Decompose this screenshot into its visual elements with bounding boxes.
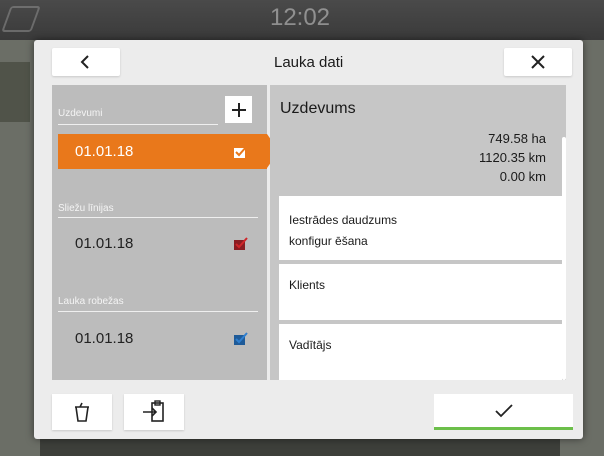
driver-card[interactable]: Vadītājs bbox=[279, 324, 562, 380]
checkbox-icon[interactable] bbox=[233, 144, 249, 160]
section-label-boundaries: Lauka robežas bbox=[58, 296, 124, 307]
stat-distance-2: 0.00 km bbox=[499, 169, 546, 184]
export-button[interactable] bbox=[124, 394, 184, 430]
back-button[interactable] bbox=[52, 48, 120, 76]
trash-icon bbox=[75, 402, 89, 422]
close-button[interactable] bbox=[504, 48, 572, 76]
dialog-title: Lauka dati bbox=[274, 54, 344, 71]
list-item-date: 01.01.18 bbox=[75, 330, 134, 347]
list-item-date: 01.01.18 bbox=[75, 235, 134, 252]
task-statistics: 749.58 ha 1120.35 km 0.00 km bbox=[406, 129, 546, 186]
stat-distance: 1120.35 km bbox=[479, 150, 546, 165]
checkbox-icon[interactable] bbox=[233, 331, 249, 347]
card-label-2: konfigur ēšana bbox=[289, 234, 368, 248]
confirm-button[interactable] bbox=[434, 394, 573, 430]
detail-scrollbar[interactable] bbox=[562, 137, 566, 380]
section-divider bbox=[58, 124, 218, 125]
list-item-task[interactable]: 01.01.18 bbox=[58, 134, 279, 169]
plus-icon bbox=[231, 102, 246, 117]
section-divider bbox=[58, 217, 258, 218]
section-divider bbox=[58, 311, 258, 312]
terminal-bottom-bar bbox=[40, 436, 560, 456]
list-item-track[interactable]: 01.01.18 bbox=[58, 226, 267, 261]
field-data-dialog: Lauka dati Uzdevumi 01.01.18 Sliežu līni… bbox=[34, 40, 583, 439]
checkbox-icon[interactable] bbox=[233, 236, 249, 252]
status-clock: 12:02 bbox=[269, 4, 331, 31]
section-label-tracks: Sliežu līnijas bbox=[58, 203, 114, 214]
export-icon bbox=[143, 400, 164, 422]
list-item-boundary[interactable]: 01.01.18 bbox=[58, 321, 267, 356]
section-label-tasks: Uzdevumi bbox=[58, 108, 103, 119]
delete-button[interactable] bbox=[52, 394, 112, 430]
card-label: Iestrādes daudzums bbox=[289, 213, 398, 227]
card-label: Klients bbox=[289, 278, 326, 292]
terminal-side-tab bbox=[0, 62, 30, 122]
close-icon bbox=[531, 55, 545, 69]
checkmark-icon bbox=[494, 403, 513, 417]
card-label: Vadītājs bbox=[289, 338, 332, 352]
customer-card[interactable]: Klients bbox=[279, 264, 562, 320]
list-item-date: 01.01.18 bbox=[75, 143, 134, 160]
chevron-left-icon bbox=[80, 55, 89, 69]
application-rate-config-card[interactable]: Iestrādes daudzums konfigur ēšana bbox=[279, 196, 562, 260]
add-task-button[interactable] bbox=[225, 96, 252, 123]
stat-area: 749.58 ha bbox=[488, 131, 546, 146]
detail-title: Uzdevums bbox=[280, 100, 356, 117]
